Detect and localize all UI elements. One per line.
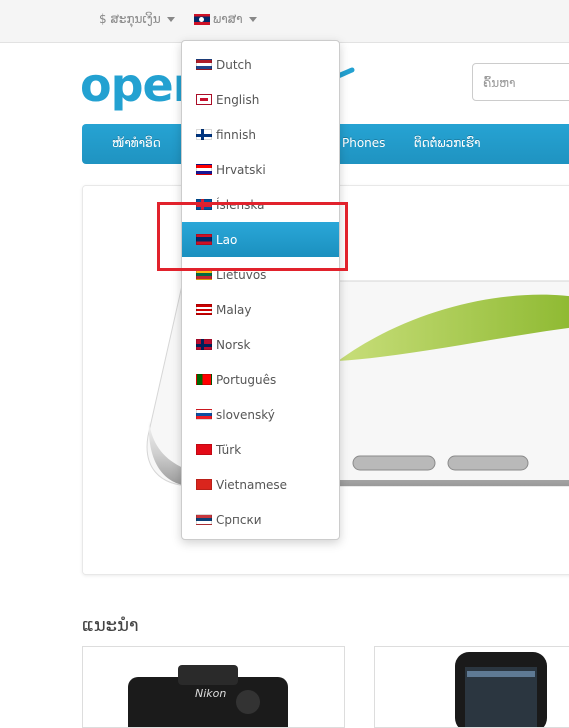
- language-option-no[interactable]: Norsk: [182, 327, 339, 362]
- language-option-vn[interactable]: Vietnamese: [182, 467, 339, 502]
- chevron-down-icon: [248, 16, 257, 22]
- hr-flag-icon: [196, 164, 212, 175]
- language-label: ພາສາ: [213, 12, 243, 26]
- highlight-box: [157, 202, 348, 271]
- language-option-rs[interactable]: Српски: [182, 502, 339, 537]
- nl-flag-icon: [196, 59, 212, 70]
- language-option-label: Português: [216, 372, 277, 387]
- language-dropdown[interactable]: ພາສາ: [194, 12, 257, 26]
- language-option-fi[interactable]: finnish: [182, 117, 339, 152]
- product-card-phone[interactable]: [374, 646, 569, 728]
- menu-item-phones[interactable]: Phones: [342, 136, 385, 150]
- language-option-tr[interactable]: Türk: [182, 432, 339, 467]
- vn-flag-icon: [196, 479, 212, 490]
- menu-item-contact[interactable]: ຕິດຕໍ່ພວກເຮົາ: [414, 136, 480, 150]
- pt-flag-icon: [196, 374, 212, 385]
- language-option-label: Türk: [216, 442, 242, 457]
- product-card-camera[interactable]: Nikon: [82, 646, 345, 728]
- language-option-nl[interactable]: Dutch: [182, 47, 339, 82]
- no-flag-icon: [196, 339, 212, 350]
- sk-flag-icon: [196, 409, 212, 420]
- language-dropdown-menu: Dutch English finnish Hrvatski Íslenska Lao Li…: [181, 40, 340, 540]
- smartphone-image: [455, 652, 547, 727]
- my-flag-icon: [196, 304, 212, 315]
- language-option-hr[interactable]: Hrvatski: [182, 152, 339, 187]
- language-option-pt[interactable]: Português: [182, 362, 339, 397]
- language-option-label: slovenský: [216, 407, 275, 422]
- language-option-gb[interactable]: English: [182, 82, 339, 117]
- currency-dropdown[interactable]: $ ສະກຸນເງິນ: [99, 12, 175, 26]
- language-option-label: Norsk: [216, 337, 251, 352]
- featured-heading: ແນະນຳ: [82, 615, 139, 636]
- menu-item-home[interactable]: ໜ້າທຳອິດ: [112, 136, 161, 150]
- language-option-label: English: [216, 92, 260, 107]
- currency-label: $ ສະກຸນເງິນ: [99, 12, 161, 26]
- search-input[interactable]: ຄົ້ນຫາ: [472, 63, 569, 101]
- language-option-my[interactable]: Malay: [182, 292, 339, 327]
- language-option-label: Српски: [216, 512, 262, 527]
- language-option-sk[interactable]: slovenský: [182, 397, 339, 432]
- language-option-label: Malay: [216, 302, 252, 317]
- lao-flag-icon: [194, 13, 210, 25]
- tr-flag-icon: [196, 444, 212, 455]
- search-placeholder: ຄົ້ນຫາ: [483, 76, 516, 90]
- language-option-label: Hrvatski: [216, 162, 266, 177]
- svg-text:Nikon: Nikon: [195, 687, 226, 700]
- chevron-down-icon: [166, 16, 175, 22]
- rs-flag-icon: [196, 514, 212, 525]
- camera-image: Nikon: [128, 665, 288, 727]
- top-bar: $ ສະກຸນເງິນ ພາສາ: [0, 0, 569, 43]
- language-option-label: Dutch: [216, 57, 252, 72]
- language-option-label: Vietnamese: [216, 477, 288, 492]
- language-option-label: finnish: [216, 127, 256, 142]
- fi-flag-icon: [196, 129, 212, 140]
- gb-flag-icon: [196, 94, 212, 105]
